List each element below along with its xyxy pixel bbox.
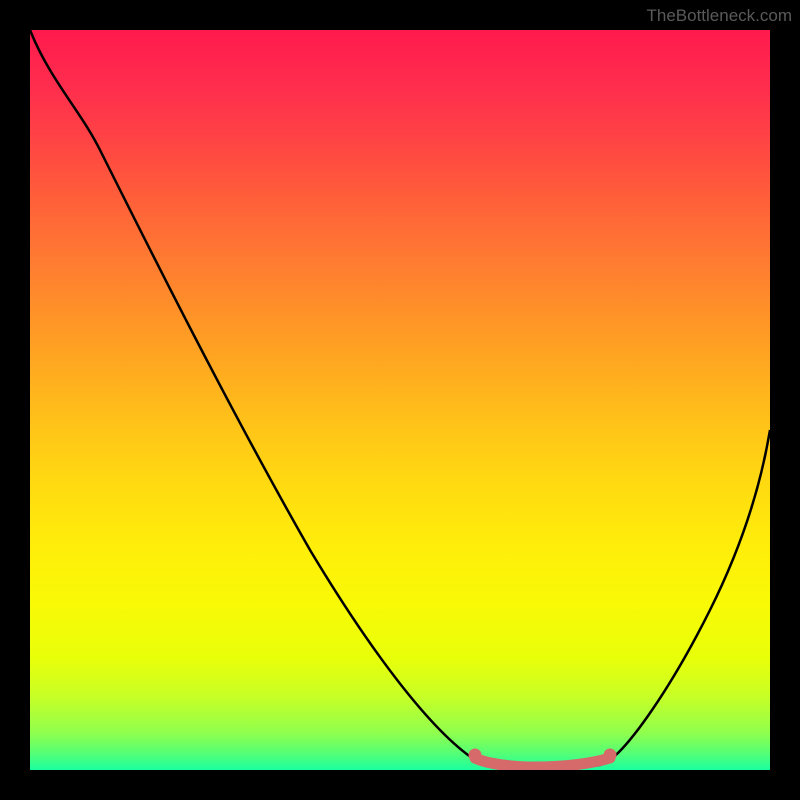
flat-region-highlight xyxy=(475,758,610,767)
chart-gradient-plot xyxy=(30,30,770,770)
bottleneck-curve-svg xyxy=(30,30,770,770)
flat-region-left-dot xyxy=(469,749,482,762)
bottleneck-curve-path xyxy=(30,30,770,769)
watermark-text: TheBottleneck.com xyxy=(646,6,792,26)
flat-region-right-dot xyxy=(604,749,617,762)
